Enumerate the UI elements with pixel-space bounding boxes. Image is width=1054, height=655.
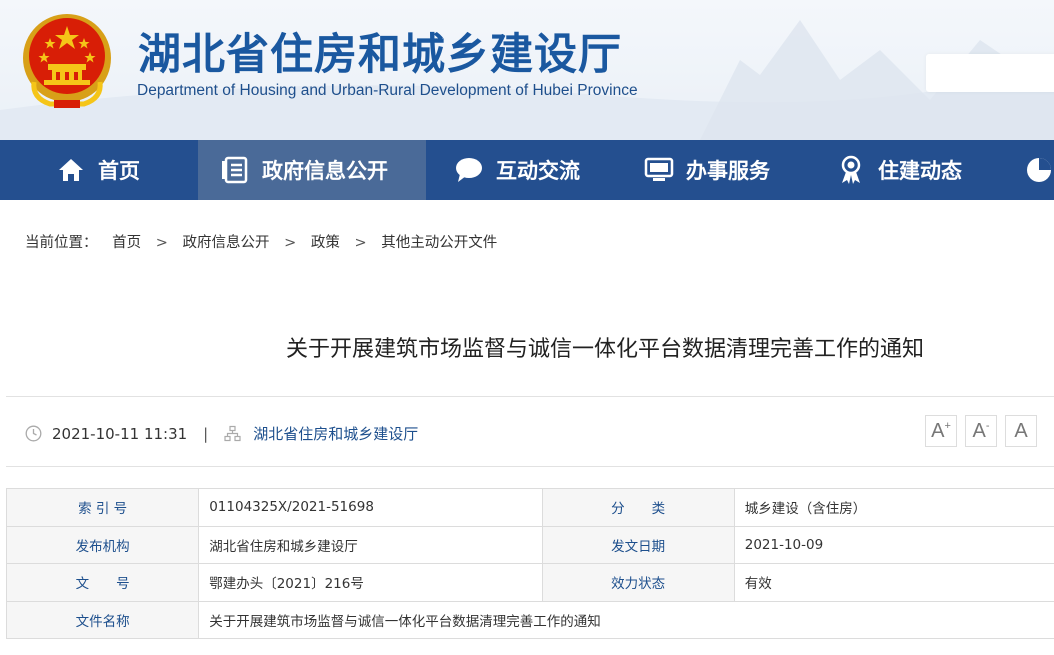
breadcrumb-separator: > [155,235,168,251]
breadcrumb-link-other-files[interactable]: 其他主动公开文件 [381,235,497,251]
value-index-number: 01104325X/2021-51698 [198,488,543,527]
main-nav: 首页 政府信息公开 互动交流 办事服务 住建动态 [0,140,1054,200]
breadcrumb-link-home[interactable]: 首页 [112,235,141,251]
label-validity-status: 效力状态 [541,563,735,602]
label-document-number: 文 号 [5,563,200,602]
site-subtitle: Department of Housing and Urban-Rural De… [137,82,638,99]
meta-separator: | [203,424,209,443]
nav-item-services[interactable]: 办事服务 [622,140,812,200]
publish-source: 湖北省住房和城乡建设厅 [253,425,419,443]
nav-item-news[interactable]: 住建动态 [812,140,1002,200]
label-index-number: 索 引 号 [5,488,200,527]
nav-item-home[interactable]: 首页 [0,140,198,200]
font-increase-button[interactable]: A + [925,415,957,447]
site-header: 湖北省住房和城乡建设厅 Department of Housing and Ur… [0,0,1054,140]
table-row: 文 号 鄂建办头〔2021〕216号 效力状态 有效 [5,563,1054,602]
value-publisher: 湖北省住房和城乡建设厅 [198,525,543,564]
table-row: 索 引 号 01104325X/2021-51698 分 类 城乡建设（含住房） [5,488,1054,527]
nav-item-label: 互动交流 [496,159,580,183]
award-icon [836,155,866,185]
clock-icon [25,425,42,442]
value-validity-status: 有效 [733,563,1054,602]
article-title: 关于开展建筑市场监督与诚信一体化平台数据清理完善工作的通知 [285,337,924,362]
label-issue-date: 发文日期 [541,525,735,564]
font-reset-button[interactable]: A [1005,415,1037,447]
value-document-name: 关于开展建筑市场监督与诚信一体化平台数据清理完善工作的通知 [198,600,1054,639]
label-publisher: 发布机构 [5,525,200,564]
article-meta: 2021-10-11 11:31 | 湖北省住房和城乡建设厅 [25,423,418,444]
nav-item-label: 政府信息公开 [262,159,388,183]
nav-item-interaction[interactable]: 互动交流 [426,140,622,200]
site-title: 湖北省住房和城乡建设厅 [138,30,622,80]
breadcrumb-separator: > [354,235,367,251]
chat-bubble-icon [454,155,484,185]
document-info-table: 索 引 号 01104325X/2021-51698 分 类 城乡建设（含住房）… [5,488,1054,639]
nav-item-label: 首页 [98,159,140,183]
value-document-number: 鄂建办头〔2021〕216号 [198,563,543,602]
breadcrumb-separator: > [284,235,297,251]
pie-chart-icon [1024,155,1054,185]
nav-item-government-info[interactable]: 政府信息公开 [198,140,426,200]
breadcrumb: 当前位置： 首页 > 政府信息公开 > 政策 > 其他主动公开文件 [25,231,497,252]
breadcrumb-link-government-info[interactable]: 政府信息公开 [182,235,269,251]
font-decrease-button[interactable]: A- [965,415,997,447]
label-document-name: 文件名称 [5,600,200,639]
label-category: 分 类 [541,488,735,527]
home-icon [56,155,86,185]
search-box[interactable] [926,54,1054,92]
document-list-icon [220,155,250,185]
value-category: 城乡建设（含住房） [733,488,1054,527]
breadcrumb-link-policy[interactable]: 政策 [311,235,340,251]
table-row: 文件名称 关于开展建筑市场监督与诚信一体化平台数据清理完善工作的通知 [5,600,1054,639]
table-row: 发布机构 湖北省住房和城乡建设厅 发文日期 2021-10-09 [5,525,1054,564]
font-size-controls: A + A- A [925,415,1045,447]
publish-datetime: 2021-10-11 11:31 [52,424,188,443]
divider [6,396,1054,397]
font-reset-label: A [1014,419,1028,442]
monitor-icon [644,155,674,185]
national-emblem-icon [23,14,111,108]
breadcrumb-prefix: 当前位置： [25,235,98,251]
value-issue-date: 2021-10-09 [733,525,1054,564]
organization-icon [224,425,241,442]
nav-item-more[interactable] [1002,140,1054,200]
nav-item-label: 住建动态 [878,159,962,183]
font-decrease-label: A [972,419,986,442]
divider [6,466,1054,467]
font-increase-label: A [931,419,945,442]
nav-item-label: 办事服务 [686,159,770,183]
